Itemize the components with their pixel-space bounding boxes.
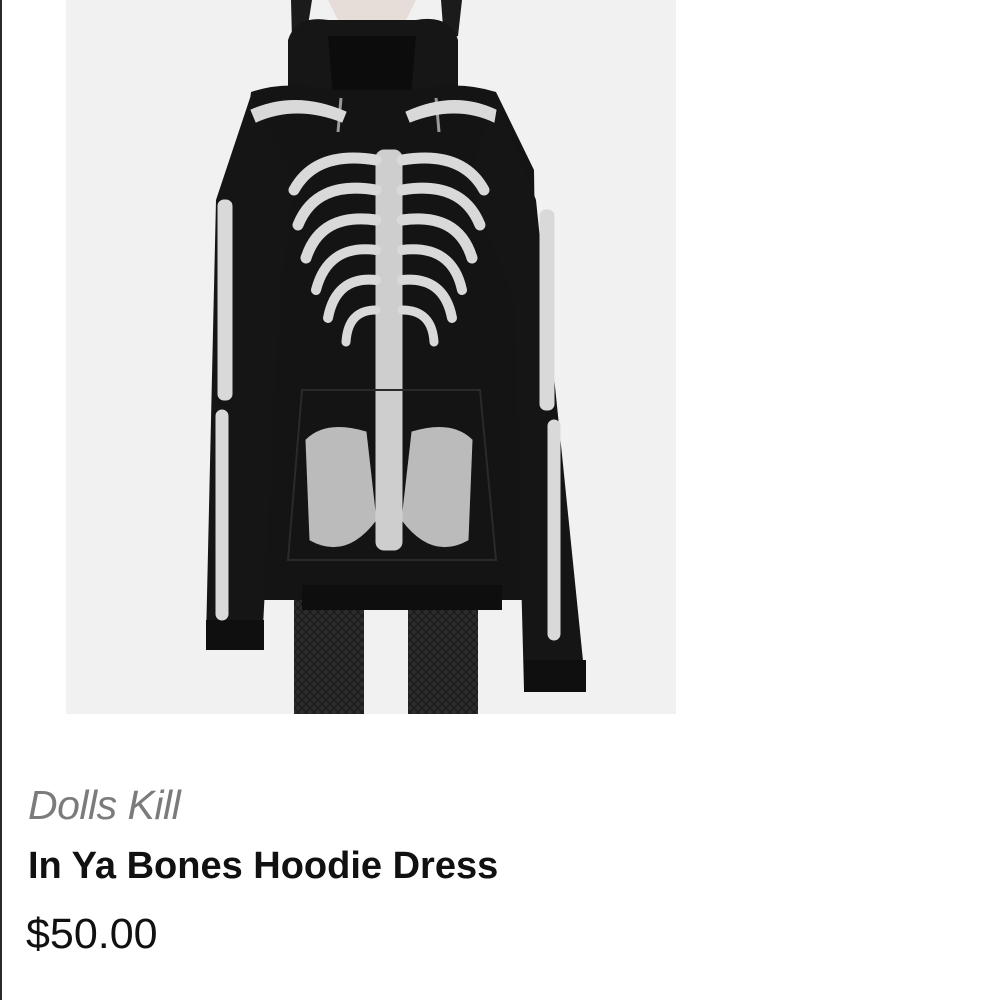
- hoodie-dress-illustration: [206, 0, 586, 714]
- product-image[interactable]: [66, 0, 676, 714]
- product-title[interactable]: In Ya Bones Hoodie Dress: [28, 845, 498, 888]
- brand-name[interactable]: Dolls Kill: [28, 782, 181, 829]
- legs: [294, 600, 478, 714]
- product-card[interactable]: Dolls Kill In Ya Bones Hoodie Dress $50.…: [0, 0, 1000, 1000]
- product-price: $50.00: [26, 910, 158, 958]
